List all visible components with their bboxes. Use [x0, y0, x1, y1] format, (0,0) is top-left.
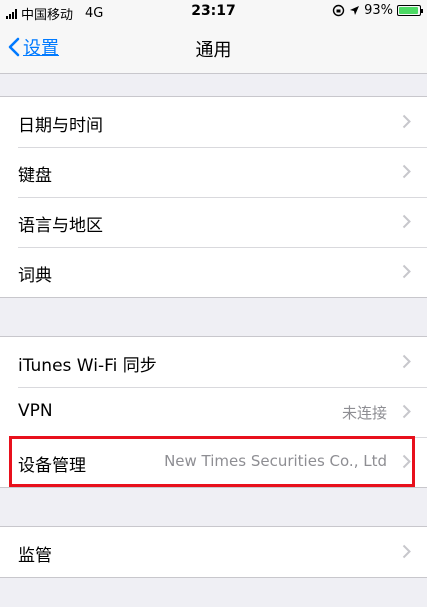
settings-group-3: 监管 — [0, 526, 427, 578]
status-bar: 中国移动 4G 23:17 93% — [0, 0, 427, 24]
row-supervision[interactable]: 监管 — [0, 527, 427, 577]
vpn-status: 未连接 — [341, 404, 387, 422]
row-label: 日期与时间 — [18, 116, 103, 136]
chevron-right-icon — [402, 214, 411, 229]
battery-percent: 93% — [364, 3, 393, 18]
row-label: 语言与地区 — [18, 216, 103, 236]
nav-bar: 设置 通用 — [0, 24, 427, 74]
device-profile-name: New Times Securities Co., Ltd — [164, 452, 387, 470]
status-right: 93% — [332, 3, 423, 18]
chevron-right-icon — [402, 114, 411, 129]
location-arrow-icon — [350, 6, 360, 15]
row-device-management[interactable]: 设备管理 New Times Securities Co., Ltd — [0, 437, 427, 487]
chevron-right-icon — [402, 544, 411, 559]
rotation-lock-icon — [332, 4, 345, 17]
row-label: 设备管理 — [18, 456, 86, 476]
row-dictionary[interactable]: 词典 — [0, 247, 427, 297]
settings-group-1: 日期与时间 键盘 语言与地区 词典 — [0, 96, 427, 298]
row-label: iTunes Wi-Fi 同步 — [18, 356, 157, 376]
chevron-right-icon — [402, 404, 411, 419]
row-keyboard[interactable]: 键盘 — [0, 147, 427, 197]
chevron-right-icon — [402, 164, 411, 179]
row-date-time[interactable]: 日期与时间 — [0, 97, 427, 147]
settings-group-2: iTunes Wi-Fi 同步 VPN 未连接 设备管理 New Times S… — [0, 336, 427, 488]
chevron-right-icon — [402, 454, 411, 469]
battery-fill — [399, 7, 418, 14]
row-vpn[interactable]: VPN 未连接 — [0, 387, 427, 437]
chevron-right-icon — [402, 264, 411, 279]
page-title: 通用 — [195, 40, 232, 61]
row-label: 键盘 — [18, 166, 52, 186]
row-itunes-wifi-sync[interactable]: iTunes Wi-Fi 同步 — [0, 337, 427, 387]
chevron-right-icon — [402, 354, 411, 369]
row-label: VPN — [18, 401, 53, 421]
row-label: 词典 — [18, 266, 52, 286]
row-label: 监管 — [18, 546, 52, 566]
row-language-region[interactable]: 语言与地区 — [0, 197, 427, 247]
battery-icon — [397, 5, 423, 16]
